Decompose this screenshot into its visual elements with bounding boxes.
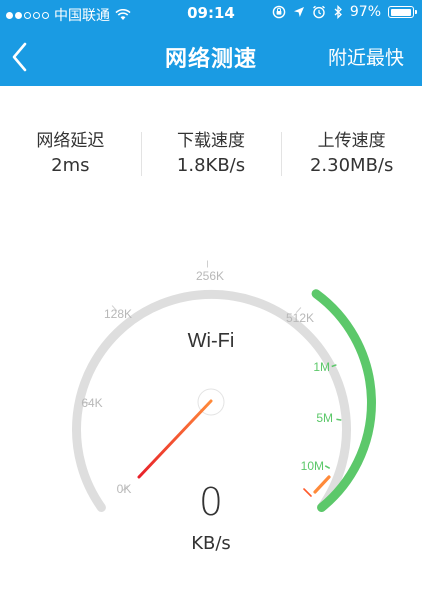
gauge-needle	[137, 399, 213, 479]
stat-download: 下载速度 1.8KB/s	[140, 128, 282, 188]
download-value: 1.8KB/s	[176, 155, 246, 176]
tick-label-64k: 64K	[81, 396, 102, 410]
stat-upload: 上传速度 2.30MB/s	[281, 128, 422, 188]
tick-label-5m: 5M	[316, 411, 333, 425]
speed-stats: 网络延迟 2ms 下载速度 1.8KB/s 上传速度 2.30MB/s	[0, 128, 422, 188]
current-speed-unit: KB/s	[191, 533, 231, 554]
tick-label-10m: 10M	[301, 459, 324, 473]
latency-value: 2ms	[51, 155, 90, 176]
upload-value: 2.30MB/s	[309, 155, 394, 176]
nearby-fastest-button[interactable]: 附近最快	[328, 43, 404, 70]
bluetooth-icon	[334, 5, 342, 19]
latency-label: 网络延迟	[36, 131, 105, 151]
tick-label-512k: 512K	[286, 311, 314, 325]
tick-label-128k: 128K	[104, 307, 132, 321]
stat-latency: 网络延迟 2ms	[0, 128, 141, 188]
location-arrow-icon	[293, 7, 304, 17]
tick-label-256k: 256K	[196, 269, 224, 283]
network-type-label: Wi-Fi	[188, 330, 235, 352]
tick-label-1m: 1M	[313, 360, 330, 374]
current-speed-value: 0	[198, 480, 224, 524]
alarm-icon	[312, 5, 325, 19]
status-bar: 中国联通 09:14 97%	[0, 0, 422, 28]
status-right: 97%	[272, 4, 417, 20]
battery-icon	[388, 6, 417, 18]
download-label: 下载速度	[177, 131, 245, 151]
upload-label: 上传速度	[317, 131, 386, 151]
nav-bar: 网络测速 附近最快	[0, 28, 422, 86]
battery-percent: 97%	[349, 4, 381, 20]
battery-level	[390, 8, 411, 16]
app-header: 中国联通 09:14 97% 网络测速 附近最快	[0, 0, 422, 86]
orientation-lock-icon	[272, 5, 286, 19]
